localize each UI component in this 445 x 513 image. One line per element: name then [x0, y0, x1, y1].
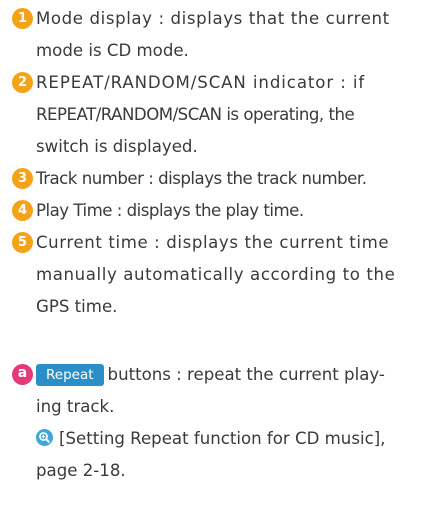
- legend-item-5: 5 Current time : displays the current ti…: [12, 227, 442, 323]
- legend-item-2-line-3: switch is displayed.: [36, 137, 198, 156]
- number-badge-4: 4: [12, 200, 33, 221]
- legend-item-3-line-1: Track number : displays the track number…: [36, 169, 367, 188]
- legend-item-1: 1 Mode display : displays that the curre…: [12, 3, 442, 67]
- legend-item-4: 4 Play Time : displays the play time.: [12, 195, 442, 227]
- reference-note: [Setting Repeat function for CD music], …: [36, 423, 436, 487]
- reference-icon: [36, 429, 53, 446]
- legend-item-5-line-1: Current time : displays the current time: [36, 233, 390, 252]
- legend-item-3: 3 Track number : displays the track numb…: [12, 163, 442, 195]
- number-badge-2: 2: [12, 72, 33, 93]
- button-note-line-1-text: buttons : repeat the current play-: [107, 365, 385, 384]
- letter-badge-a: a: [12, 364, 33, 385]
- legend-item-5-line-2: manually automatically according to the: [36, 265, 396, 284]
- button-note-a: a Repeat buttons : repeat the current pla…: [12, 359, 442, 423]
- reference-line-1: [Setting Repeat function for CD music],: [36, 423, 436, 455]
- legend-item-5-line-3: GPS time.: [36, 297, 118, 316]
- legend-item-1-line-1: Mode display : displays that the current: [36, 9, 390, 28]
- manual-page: 1 Mode display : displays that the curre…: [0, 0, 445, 513]
- legend-item-2-line-2: REPEAT/RANDOM/SCAN is operating, the: [36, 105, 355, 124]
- button-note-line-2: ing track.: [36, 397, 115, 416]
- reference-line-2: page 2-18.: [36, 461, 126, 480]
- button-note-line-1: Repeat buttons : repeat the current play-: [12, 359, 442, 391]
- reference-link[interactable]: [Setting Repeat function for CD music],: [59, 429, 385, 448]
- legend-item-2: 2 REPEAT/RANDOM/SCAN indicator : if REPE…: [12, 67, 442, 163]
- legend-item-2-line-1: REPEAT/RANDOM/SCAN indicator : if: [36, 73, 366, 92]
- legend-item-1-line-2: mode is CD mode.: [36, 41, 189, 60]
- number-badge-1: 1: [12, 8, 33, 29]
- repeat-button[interactable]: Repeat: [36, 364, 104, 386]
- number-badge-5: 5: [12, 232, 33, 253]
- number-badge-3: 3: [12, 168, 33, 189]
- legend-item-4-line-1: Play Time : displays the play time.: [36, 201, 304, 220]
